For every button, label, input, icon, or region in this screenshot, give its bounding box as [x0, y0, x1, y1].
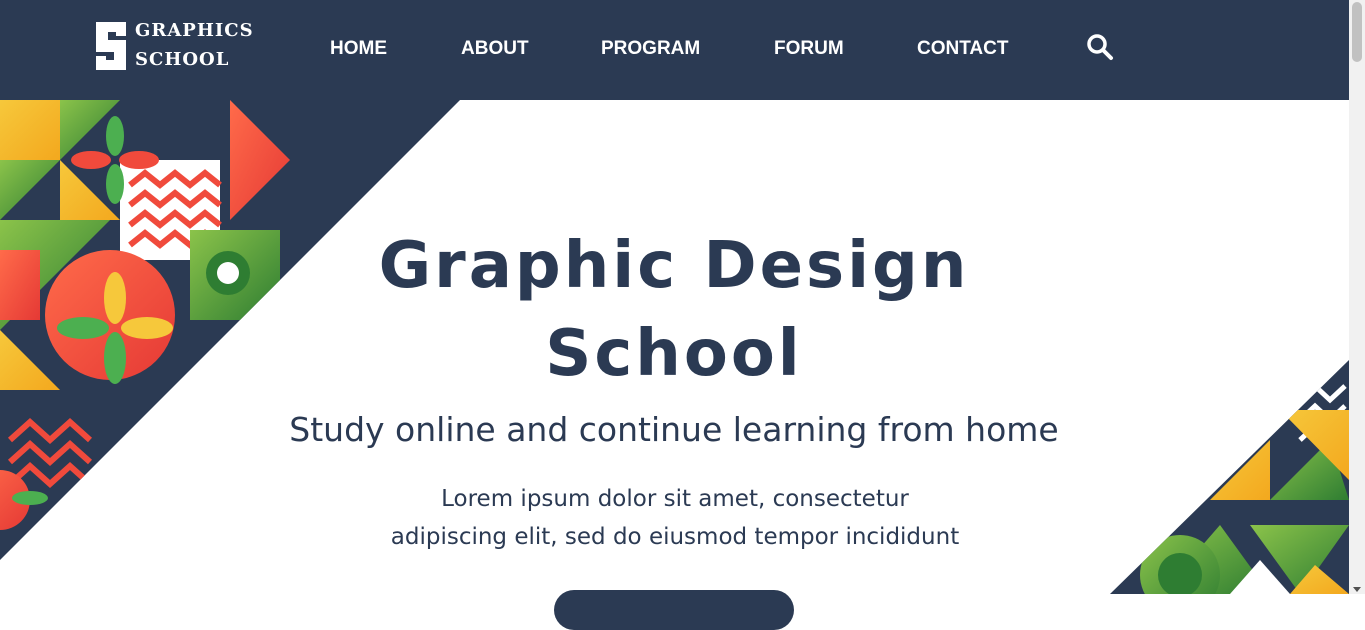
navbar: GRAPHICS SCHOOL HOME ABOUT PROGRAM FORUM… — [0, 0, 1349, 100]
hero-text-line1: Lorem ipsum dolor sit amet, consectetur — [441, 486, 909, 512]
logo-line-school: SCHOOL — [135, 49, 230, 70]
nav-home[interactable]: HOME — [330, 37, 387, 61]
hero-subtitle: Study online and continue learning from … — [289, 410, 1059, 449]
hero-cta-button[interactable] — [554, 590, 794, 630]
search-button[interactable] — [1086, 33, 1114, 61]
nav-forum[interactable]: FORUM — [774, 37, 844, 61]
scroll-down-arrow-icon[interactable] — [1353, 587, 1361, 592]
hero-title: Graphic Design School — [300, 222, 1048, 398]
page-scrollbar[interactable] — [1349, 0, 1365, 594]
nav-about[interactable]: ABOUT — [461, 37, 529, 61]
scrollbar-thumb[interactable] — [1352, 2, 1362, 62]
site-logo[interactable]: GRAPHICS SCHOOL — [92, 18, 253, 74]
search-icon — [1087, 34, 1113, 60]
nav-contact[interactable]: CONTACT — [917, 37, 1008, 61]
hero-title-line1: Graphic Design — [378, 229, 970, 303]
hero-text-line2: adipiscing elit, sed do eiusmod tempor i… — [390, 524, 960, 550]
nav-program[interactable]: PROGRAM — [601, 37, 700, 61]
hero-title-line2: School — [545, 317, 803, 391]
logo-s-icon — [96, 22, 126, 70]
geometric-pattern-right — [1110, 360, 1349, 594]
hero-description: Lorem ipsum dolor sit amet, consectetur … — [325, 480, 1025, 556]
logo-line-graphics: GRAPHICS — [135, 20, 254, 41]
